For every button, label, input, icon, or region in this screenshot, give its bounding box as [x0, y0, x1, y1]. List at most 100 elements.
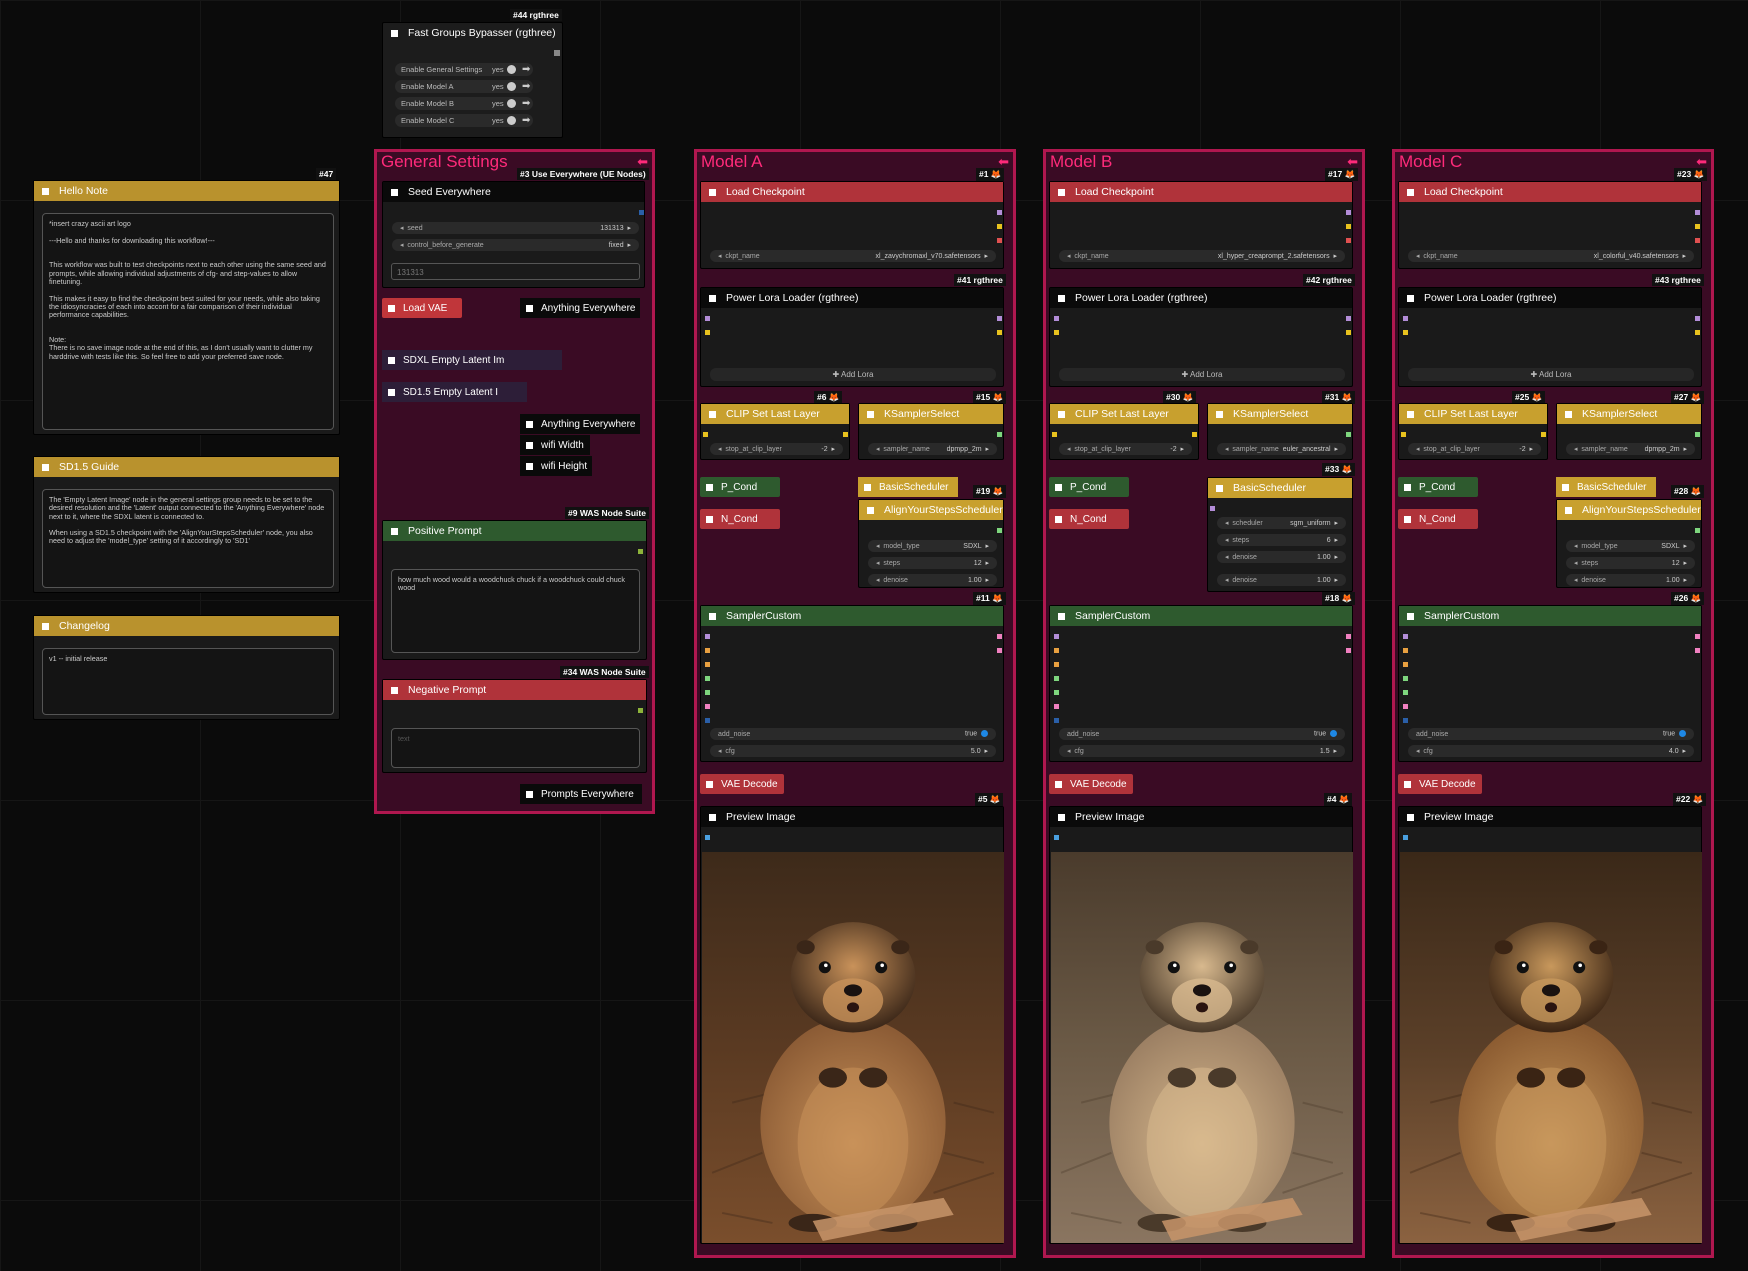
denoised-output-slot[interactable]	[1346, 648, 1351, 653]
model-input-slot[interactable]	[1403, 316, 1408, 321]
scheduler-widget[interactable]: ◂ scheduler sgm_uniform ▸	[1217, 517, 1346, 529]
seed-input-slot[interactable]	[1054, 718, 1059, 723]
positive-header[interactable]: Positive Prompt	[383, 521, 646, 541]
arrow-right-icon[interactable]: ➡	[522, 97, 530, 110]
node-checkbox[interactable]	[1562, 483, 1569, 491]
model-type-widget[interactable]: ◂ model_type SDXL ▸	[868, 540, 997, 552]
node-checkbox[interactable]	[42, 463, 49, 471]
changelog-node[interactable]: Changelog v1 -- initial release	[33, 615, 340, 720]
denoise-widget[interactable]: ◂ denoise 1.00 ▸	[868, 574, 997, 586]
arrow-right-icon[interactable]: ➡	[522, 80, 530, 93]
node-checkbox[interactable]	[1407, 294, 1414, 302]
sigmas-input-slot[interactable]	[705, 690, 710, 695]
changelog-text[interactable]: v1 -- initial release	[42, 648, 334, 715]
stop-at-clip-layer-widget[interactable]: ◂ stop_at_clip_layer -2 ▸	[1408, 443, 1541, 455]
model-output-slot[interactable]	[1346, 316, 1351, 321]
load-checkpoint-header[interactable]: Load Checkpoint	[1050, 182, 1352, 202]
preview-image-node[interactable]: Preview Image	[700, 806, 1004, 1244]
power-lora-header[interactable]: Power Lora Loader (rgthree)	[701, 288, 1003, 308]
align-your-steps-node[interactable]: AlignYourStepsScheduler ◂ model_type SDXL…	[858, 499, 1004, 588]
sampler-input-slot[interactable]	[1054, 676, 1059, 681]
preview-image[interactable]	[702, 852, 1004, 1243]
anything-everywhere-node-2[interactable]: Anything Everywhere	[520, 414, 640, 434]
ckpt-name-widget[interactable]: ◂ ckpt_name xl_hyper_creaprompt_2.safeten…	[1059, 250, 1345, 262]
ckpt-name-widget[interactable]: ◂ ckpt_name xl_zavychromaxl_v70.safetenso…	[710, 250, 996, 262]
ksampler-select-node[interactable]: KSamplerSelect ◂ sampler_name euler_ances…	[1207, 403, 1353, 460]
node-checkbox[interactable]	[709, 410, 716, 418]
bypasser-row[interactable]: Enable Model C yes ➡	[395, 114, 533, 127]
sampler-custom-node[interactable]: SamplerCustom add_noise true ◂ cfg 4.0 ▸	[1398, 605, 1702, 762]
ksampler-header[interactable]: KSamplerSelect	[1557, 404, 1701, 424]
node-checkbox[interactable]	[709, 294, 716, 302]
latent-input-slot[interactable]	[1403, 704, 1408, 709]
clip-set-last-layer-node[interactable]: CLIP Set Last Layer ◂ stop_at_clip_layer…	[1049, 403, 1199, 460]
node-checkbox[interactable]	[526, 790, 533, 798]
node-checkbox[interactable]	[1055, 483, 1062, 491]
stop-at-clip-layer-widget[interactable]: ◂ stop_at_clip_layer -2 ▸	[710, 443, 843, 455]
output-slot[interactable]	[554, 50, 560, 56]
clip-input-slot[interactable]	[705, 330, 710, 335]
node-checkbox[interactable]	[391, 527, 398, 535]
node-checkbox[interactable]	[1565, 506, 1572, 514]
sampler-custom-header[interactable]: SamplerCustom	[1050, 606, 1352, 626]
node-checkbox[interactable]	[709, 188, 716, 196]
preview-image-node[interactable]: Preview Image	[1398, 806, 1702, 1244]
p-cond-node[interactable]: P_Cond	[700, 477, 780, 497]
power-lora-header[interactable]: Power Lora Loader (rgthree)	[1050, 288, 1352, 308]
align-header[interactable]: AlignYourStepsScheduler	[859, 500, 1003, 520]
vae-output-slot[interactable]	[997, 238, 1002, 243]
load-checkpoint-header[interactable]: Load Checkpoint	[1399, 182, 1701, 202]
clip-set-last-layer-node[interactable]: CLIP Set Last Layer ◂ stop_at_clip_layer…	[700, 403, 850, 460]
model-output-slot[interactable]	[1695, 316, 1700, 321]
arrow-right-icon[interactable]: ➡	[522, 114, 530, 127]
denoised-output-slot[interactable]	[997, 648, 1002, 653]
model-input-slot[interactable]	[705, 316, 710, 321]
node-checkbox[interactable]	[864, 483, 871, 491]
vae-decode-node[interactable]: VAE Decode	[1398, 774, 1482, 794]
cfg-widget[interactable]: ◂ cfg 5.0 ▸	[710, 745, 996, 757]
node-checkbox[interactable]	[1055, 515, 1062, 523]
steps-widget[interactable]: ◂ steps 12 ▸	[1566, 557, 1695, 569]
model-input-slot[interactable]	[1403, 634, 1408, 639]
clip-output-slot[interactable]	[843, 432, 848, 437]
sd15-empty-latent-node[interactable]: SD1.5 Empty Latent I	[382, 382, 527, 402]
node-checkbox[interactable]	[526, 462, 533, 470]
basic-scheduler-node[interactable]: BasicScheduler	[1556, 477, 1656, 497]
output-slot[interactable]	[638, 708, 643, 713]
cfg-widget[interactable]: ◂ cfg 4.0 ▸	[1408, 745, 1694, 757]
align-your-steps-node[interactable]: AlignYourStepsScheduler ◂ model_type SDXL…	[1556, 499, 1702, 588]
images-input-slot[interactable]	[1054, 835, 1059, 840]
positive-input-slot[interactable]	[705, 648, 710, 653]
clip-input-slot[interactable]	[1403, 330, 1408, 335]
output-slot[interactable]	[638, 549, 643, 554]
load-checkpoint-header[interactable]: Load Checkpoint	[701, 182, 1003, 202]
p-cond-node[interactable]: P_Cond	[1398, 477, 1478, 497]
sampler-output-slot[interactable]	[1346, 432, 1351, 437]
node-checkbox[interactable]	[709, 813, 716, 821]
steps-widget[interactable]: ◂ steps 6 ▸	[1217, 534, 1346, 546]
clip-output-slot[interactable]	[1346, 224, 1351, 229]
clip-output-slot[interactable]	[1346, 330, 1351, 335]
clip-set-header[interactable]: CLIP Set Last Layer	[1399, 404, 1547, 424]
clip-set-last-layer-node[interactable]: CLIP Set Last Layer ◂ stop_at_clip_layer…	[1398, 403, 1548, 460]
negative-header[interactable]: Negative Prompt	[383, 680, 646, 700]
negative-input-slot[interactable]	[1403, 662, 1408, 667]
sampler-output-slot[interactable]	[997, 432, 1002, 437]
toggle-icon[interactable]	[507, 99, 516, 108]
node-checkbox[interactable]	[706, 483, 713, 491]
changelog-header[interactable]: Changelog	[34, 616, 339, 636]
positive-prompt-node[interactable]: Positive Prompt how much wood would a wo…	[382, 520, 647, 660]
model-type-widget[interactable]: ◂ model_type SDXL ▸	[1566, 540, 1695, 552]
output-slot[interactable]	[1346, 634, 1351, 639]
width-node[interactable]: wifi Width	[520, 435, 590, 455]
preview-header[interactable]: Preview Image	[701, 807, 1003, 827]
hello-note-header[interactable]: Hello Note	[34, 181, 339, 201]
model-output-slot[interactable]	[1695, 210, 1700, 215]
node-checkbox[interactable]	[1404, 483, 1411, 491]
power-lora-loader-node[interactable]: Power Lora Loader (rgthree) ✚ Add Lora	[1049, 287, 1353, 387]
add-noise-widget[interactable]: add_noise true	[1059, 728, 1345, 740]
preview-image-node[interactable]: Preview Image	[1049, 806, 1353, 1244]
load-checkpoint-node[interactable]: Load Checkpoint ◂ ckpt_name xl_zavychroma…	[700, 181, 1004, 269]
stop-at-clip-layer-widget[interactable]: ◂ stop_at_clip_layer -2 ▸	[1059, 443, 1192, 455]
model-output-slot[interactable]	[1346, 210, 1351, 215]
